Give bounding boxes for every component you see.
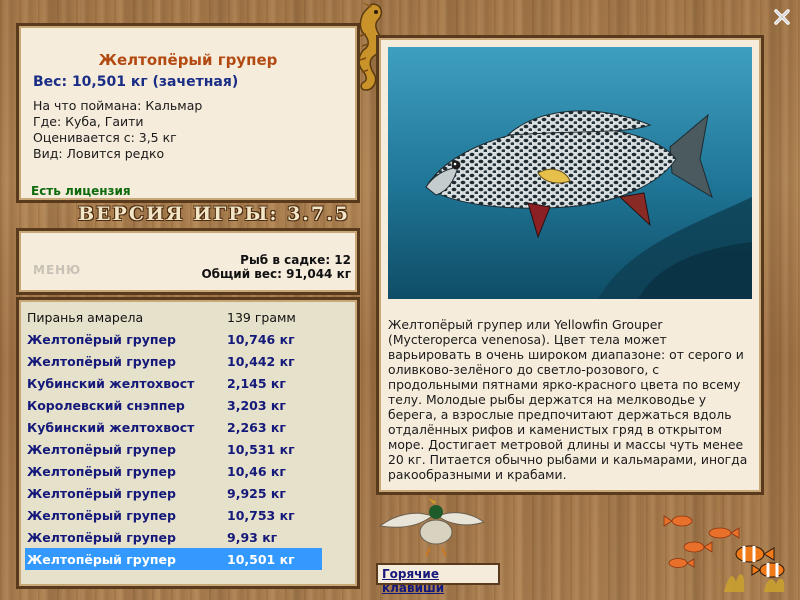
rated-from-line: Оценивается с: 3,5 кг xyxy=(33,130,177,145)
fish-count: Рыб в садке: 12 xyxy=(240,253,351,267)
catch-fish-weight: 139 грамм xyxy=(227,310,296,325)
catch-fish-name: Желтопёрый групер xyxy=(27,442,176,457)
catch-fish-weight: 10,746 кг xyxy=(227,332,295,347)
catch-row[interactable]: Желтопёрый групер 10,746 кг xyxy=(25,328,322,350)
catch-row[interactable]: Королевский снэппер 3,203 кг xyxy=(25,394,322,416)
game-version: ВЕРСИЯ ИГРЫ: 3.7.5 xyxy=(78,203,350,225)
catch-row[interactable]: Желтопёрый групер 9,925 кг xyxy=(25,482,322,504)
catch-fish-name: Желтопёрый групер xyxy=(27,332,176,347)
catch-fish-weight: 10,442 кг xyxy=(227,354,295,369)
catch-fish-weight: 9,93 кг xyxy=(227,530,278,545)
catch-fish-name: Королевский снэппер xyxy=(27,398,185,413)
catch-list: Пиранья амарела 139 грамм Желтопёрый групе… xyxy=(16,297,360,589)
fish-title: Желтопёрый групер xyxy=(98,51,278,69)
catch-fish-name: Пиранья амарела xyxy=(27,310,144,325)
catch-fish-name: Желтопёрый групер xyxy=(27,552,176,567)
catch-fish-name: Кубинский желтохвост xyxy=(27,420,195,435)
hotkeys-label: Горячие клавиши xyxy=(382,567,445,595)
fish-description: Желтопёрый групер или Yellowfin Grouper … xyxy=(388,317,748,482)
catch-row[interactable]: Кубинский желтохвост 2,263 кг xyxy=(25,416,322,438)
close-icon[interactable] xyxy=(771,6,793,28)
catch-row[interactable]: Пиранья амарела 139 грамм xyxy=(25,306,322,328)
catch-fish-name: Желтопёрый групер xyxy=(27,354,176,369)
catch-fish-weight: 10,501 кг xyxy=(227,552,295,567)
catch-fish-weight: 2,145 кг xyxy=(227,376,286,391)
fish-info-panel: Желтопёрый групер Вес: 10,501 кг (зачетн… xyxy=(16,23,360,203)
catch-row[interactable]: Желтопёрый групер 10,531 кг xyxy=(25,438,322,460)
clownfish-icon xyxy=(724,545,785,592)
keepnet-summary-panel: МЕНЮ Рыб в садке: 12 Общий вес: 91,044 к… xyxy=(16,228,360,295)
bait-line: На что поймана: Кальмар xyxy=(33,98,203,113)
catch-fish-weight: 2,263 кг xyxy=(227,420,286,435)
catch-fish-weight: 9,925 кг xyxy=(227,486,286,501)
rarity-line: Вид: Ловится редко xyxy=(33,146,165,161)
location-line: Где: Куба, Гаити xyxy=(33,114,144,129)
duck-icon xyxy=(378,498,486,557)
catch-fish-weight: 10,531 кг xyxy=(227,442,295,457)
catch-fish-weight: 10,753 кг xyxy=(227,508,295,523)
license-status: Есть лицензия xyxy=(31,184,131,198)
catch-row[interactable]: Желтопёрый групер 10,501 кг xyxy=(25,548,322,570)
hotkeys-button[interactable]: Горячие клавиши xyxy=(376,563,500,595)
catch-row[interactable]: Кубинский желтохвост 2,145 кг xyxy=(25,372,322,394)
catch-fish-weight: 3,203 кг xyxy=(227,398,286,413)
fish-detail-panel: Желтопёрый групер или Yellowfin Grouper … xyxy=(376,35,764,495)
catch-fish-name: Желтопёрый групер xyxy=(27,508,176,523)
menu-button[interactable]: МЕНЮ xyxy=(33,263,81,277)
catch-row[interactable]: Желтопёрый групер 9,93 кг xyxy=(25,526,322,548)
catch-row[interactable]: Желтопёрый групер 10,46 кг xyxy=(25,460,322,482)
catch-fish-name: Желтопёрый групер xyxy=(27,486,176,501)
catch-fish-name: Желтопёрый групер xyxy=(27,530,176,545)
fish-weight: Вес: 10,501 кг (зачетная) xyxy=(33,74,239,90)
catch-fish-name: Желтопёрый групер xyxy=(27,464,176,479)
catch-row[interactable]: Желтопёрый групер 10,442 кг xyxy=(25,350,322,372)
catch-fish-weight: 10,46 кг xyxy=(227,464,286,479)
total-weight: Общий вес: 91,044 кг xyxy=(201,267,351,281)
catch-row[interactable]: Желтопёрый групер 10,753 кг xyxy=(25,504,322,526)
catch-fish-name: Кубинский желтохвост xyxy=(27,376,195,391)
fish-photo xyxy=(388,47,752,299)
